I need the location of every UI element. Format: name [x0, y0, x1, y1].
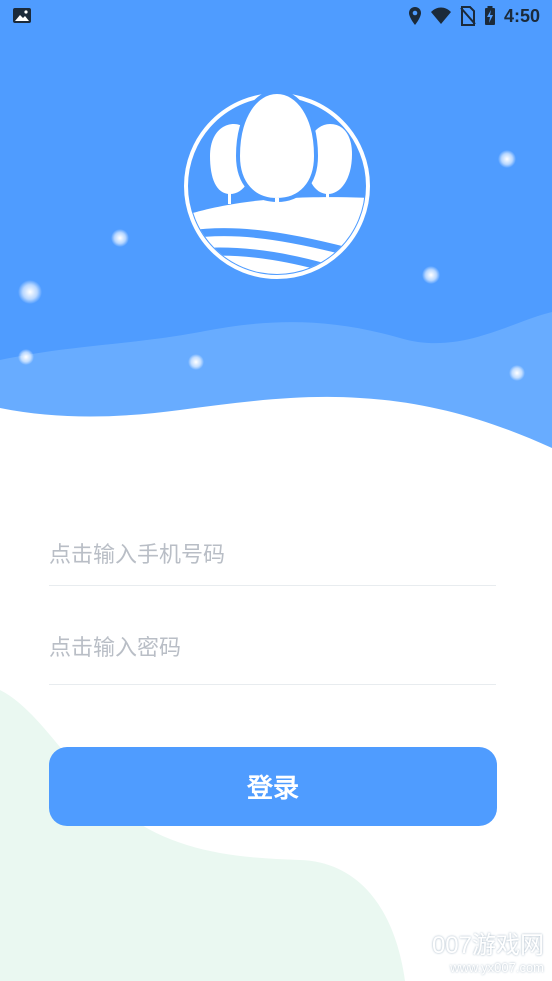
- phone-input[interactable]: [49, 542, 496, 568]
- phone-field: [49, 525, 496, 586]
- watermark-brand: 007游戏网: [431, 932, 544, 959]
- no-sim-icon: [460, 6, 476, 26]
- password-input[interactable]: [49, 635, 496, 661]
- battery-charging-icon: [484, 6, 495, 25]
- wifi-icon: [430, 7, 451, 24]
- status-bar: 4:50: [0, 0, 552, 32]
- login-button[interactable]: 登录: [49, 747, 497, 826]
- watermark-url: www.yx007.com: [450, 960, 544, 975]
- gallery-icon: [13, 8, 31, 23]
- status-time: 4:50: [503, 5, 540, 26]
- watermark: 007游戏网 www.yx007.com: [432, 925, 544, 975]
- password-field: [49, 612, 496, 685]
- status-icons: 4:50: [408, 4, 540, 28]
- app-logo-icon: [184, 89, 370, 279]
- location-icon: [408, 7, 421, 25]
